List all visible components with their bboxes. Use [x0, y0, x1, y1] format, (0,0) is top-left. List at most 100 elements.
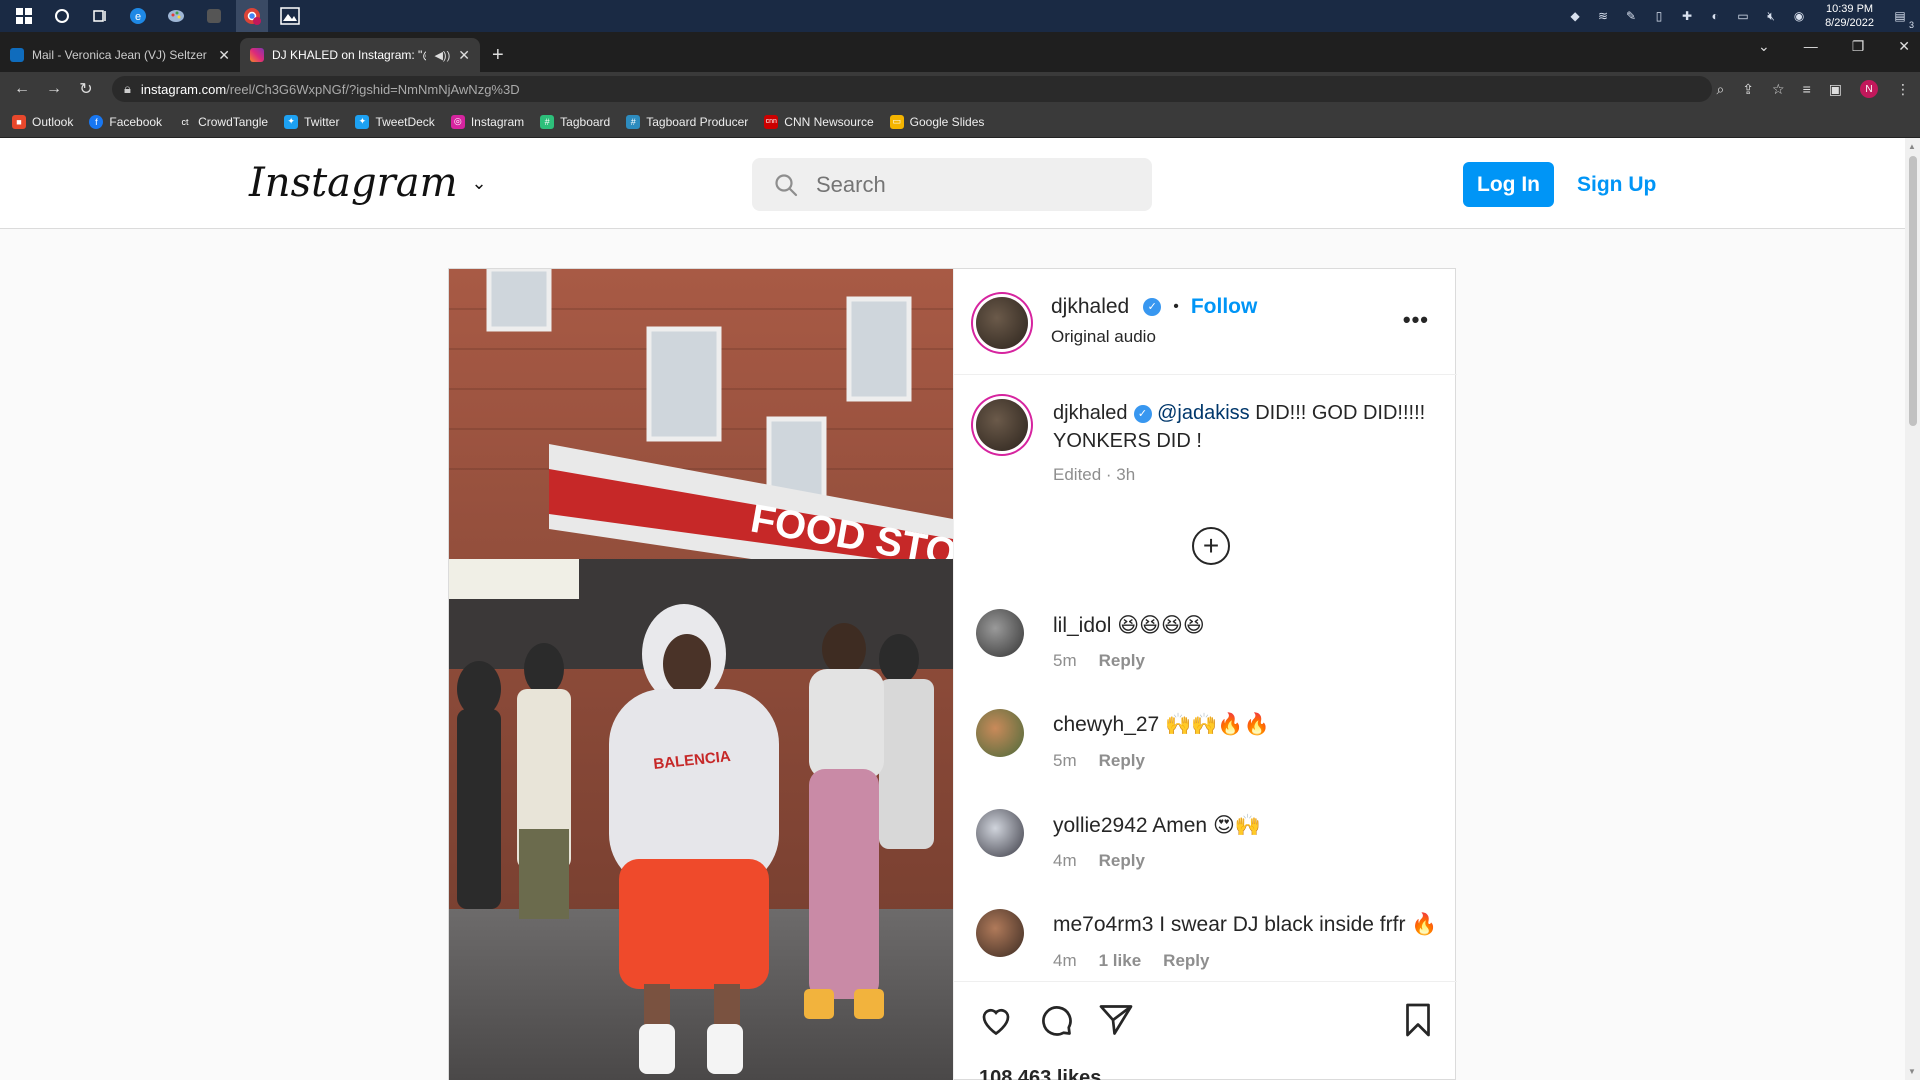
page-scrollbar[interactable]: ▲ ▼ — [1905, 138, 1920, 1080]
comment-username[interactable]: yollie2942 — [1053, 814, 1148, 837]
search-icon — [775, 173, 798, 196]
original-audio-link[interactable]: Original audio — [1051, 327, 1156, 347]
reading-list-icon[interactable]: ≡ — [1803, 81, 1811, 97]
chrome-browser-icon[interactable] — [236, 0, 268, 32]
more-options-icon[interactable]: ••• — [1403, 307, 1429, 333]
bookmark-facebook[interactable]: f Facebook — [89, 114, 162, 129]
device-icon[interactable]: ▯ — [1649, 6, 1669, 26]
bookmark-label: Tagboard Producer — [646, 114, 749, 129]
reel-video[interactable]: FOOD STO BALENCIA — [449, 269, 953, 1080]
app-shortcut-icon[interactable] — [198, 0, 230, 32]
restore-icon[interactable]: ❐ — [1852, 38, 1865, 55]
follow-button[interactable]: Follow — [1191, 295, 1258, 319]
volume-muted-icon[interactable]: 🔇︎ — [1761, 6, 1781, 26]
bookmark-save-icon[interactable] — [1400, 1002, 1436, 1038]
pen-icon[interactable]: ✎ — [1621, 6, 1641, 26]
close-tab-icon[interactable]: ✕ — [458, 47, 470, 64]
post-card: FOOD STO BALENCIA djkhaled ✓ • Follow Or… — [448, 268, 1457, 1080]
task-view-icon[interactable] — [84, 0, 116, 32]
shield-icon[interactable]: ◆ — [1565, 6, 1585, 26]
bookmark-star-icon[interactable]: ☆ — [1772, 81, 1785, 98]
bookmark-crowdtangle[interactable]: ct CrowdTangle — [178, 114, 268, 129]
load-more-comments-icon[interactable]: + — [1192, 527, 1230, 565]
scrollbar-thumb[interactable] — [1909, 156, 1917, 426]
profile-avatar[interactable]: N — [1860, 80, 1878, 98]
security-icon[interactable]: ✚ — [1677, 6, 1697, 26]
forward-arrow-icon[interactable]: → — [38, 80, 70, 98]
commenter-avatar[interactable] — [976, 809, 1024, 857]
bookmark-google-slides[interactable]: ▭ Google Slides — [889, 114, 985, 129]
instagram-logo[interactable]: Instagram ⌄ — [249, 160, 487, 206]
comment-item: chewyh_27 🙌🙌🔥🔥 5m Reply — [954, 709, 1457, 789]
address-bar[interactable]: 🔒︎ instagram.com/reel/Ch3G6WxpNGf/?igshi… — [112, 76, 1712, 102]
bookmark-tagboard-producer[interactable]: # Tagboard Producer — [626, 114, 749, 129]
zoom-icon[interactable]: ⌕ — [1716, 81, 1724, 98]
back-arrow-icon[interactable]: ← — [6, 80, 38, 98]
bookmark-outlook[interactable]: ■ Outlook — [12, 114, 73, 129]
reply-button[interactable]: Reply — [1099, 751, 1145, 771]
tab-instagram[interactable]: DJ KHALED on Instagram: "@ ◀)) ✕ — [240, 38, 480, 72]
bookmark-tweetdeck[interactable]: ✦ TweetDeck — [355, 114, 435, 129]
comment-item: lil_idol 😆😆😆😆 5m Reply — [954, 609, 1457, 689]
comment-text: 😆😆😆😆 — [1111, 614, 1205, 637]
caption-author[interactable]: djkhaled — [1053, 402, 1128, 424]
reply-button[interactable]: Reply — [1099, 651, 1145, 671]
chevron-down-icon[interactable]: ⌄ — [472, 173, 487, 194]
minimize-icon[interactable]: — — [1804, 38, 1818, 55]
bookmark-cnn-newsource[interactable]: cnn CNN Newsource — [764, 114, 874, 129]
lock-icon[interactable]: 🔒︎ — [124, 81, 131, 97]
author-avatar[interactable] — [976, 297, 1028, 349]
notification-center-icon[interactable]: ▤ 3 — [1890, 6, 1914, 30]
scroll-up-arrow-icon[interactable]: ▲ — [1908, 142, 1916, 151]
search-input[interactable] — [816, 171, 1116, 198]
photos-app-icon[interactable] — [274, 0, 306, 32]
tab-mail[interactable]: Mail - Veronica Jean (VJ) Seltzer ✕ — [0, 38, 240, 72]
verified-badge-icon: ✓ — [1143, 298, 1162, 316]
heart-icon[interactable] — [978, 1002, 1014, 1038]
share-icon[interactable]: ⇪ — [1742, 81, 1754, 98]
comment-like-count[interactable]: 1 like — [1099, 951, 1142, 971]
commenter-avatar[interactable] — [976, 909, 1024, 957]
tab-search-chevron-icon[interactable]: ⌄ — [1758, 38, 1770, 55]
url-path: /reel/Ch3G6WxpNGf/?igshid=NmNmNjAwNzg%3D — [226, 81, 520, 97]
share-paper-plane-icon[interactable] — [1098, 1002, 1134, 1038]
reel-video-frame: FOOD STO BALENCIA — [449, 269, 953, 1080]
close-window-icon[interactable]: ✕ — [1898, 38, 1910, 55]
network-icon[interactable]: ≋ — [1593, 6, 1613, 26]
bookmark-tagboard[interactable]: # Tagboard — [540, 114, 610, 129]
windows-start-icon[interactable] — [8, 0, 40, 32]
comment-username[interactable]: chewyh_27 — [1053, 713, 1159, 736]
reply-button[interactable]: Reply — [1099, 851, 1145, 871]
bookmark-label: Google Slides — [909, 114, 985, 129]
bookmark-instagram[interactable]: ◎ Instagram — [450, 114, 524, 129]
reload-icon[interactable]: ↻ — [70, 79, 102, 99]
comment-icon[interactable] — [1038, 1002, 1074, 1038]
caption-author-avatar[interactable] — [976, 399, 1028, 451]
system-clock[interactable]: 10:39 PM 8/29/2022 — [1825, 2, 1874, 30]
caption-mention[interactable]: @jadakiss — [1157, 402, 1250, 424]
commenter-avatar[interactable] — [976, 709, 1024, 757]
paint-app-icon[interactable] — [160, 0, 192, 32]
login-button[interactable]: Log In — [1463, 162, 1554, 207]
author-username[interactable]: djkhaled — [1051, 295, 1129, 319]
comment-username[interactable]: me7o4rm3 — [1053, 913, 1153, 936]
globe-icon[interactable]: ◉ — [1789, 6, 1809, 26]
reply-button[interactable]: Reply — [1163, 951, 1209, 971]
side-panel-icon[interactable]: ▣ — [1829, 81, 1842, 98]
scroll-down-arrow-icon[interactable]: ▼ — [1908, 1067, 1916, 1076]
new-tab-button[interactable]: + — [492, 38, 504, 72]
likes-count[interactable]: 108,463 likes — [979, 1067, 1101, 1080]
commenter-avatar[interactable] — [976, 609, 1024, 657]
edge-browser-icon[interactable]: e — [122, 0, 154, 32]
cortana-search-icon[interactable] — [46, 0, 78, 32]
sync-icon[interactable]: ◐ — [1705, 6, 1725, 26]
signup-link[interactable]: Sign Up — [1577, 162, 1656, 207]
comment-text: Amen 😍🙌 — [1147, 814, 1261, 837]
search-box[interactable] — [752, 158, 1152, 211]
menu-kebab-icon[interactable]: ⋮ — [1896, 81, 1910, 98]
tab-audio-icon[interactable]: ◀)) — [434, 49, 450, 62]
close-tab-icon[interactable]: ✕ — [218, 47, 230, 64]
comment-username[interactable]: lil_idol — [1053, 614, 1111, 637]
display-icon[interactable]: ▭ — [1733, 6, 1753, 26]
bookmark-twitter[interactable]: ✦ Twitter — [284, 114, 339, 129]
